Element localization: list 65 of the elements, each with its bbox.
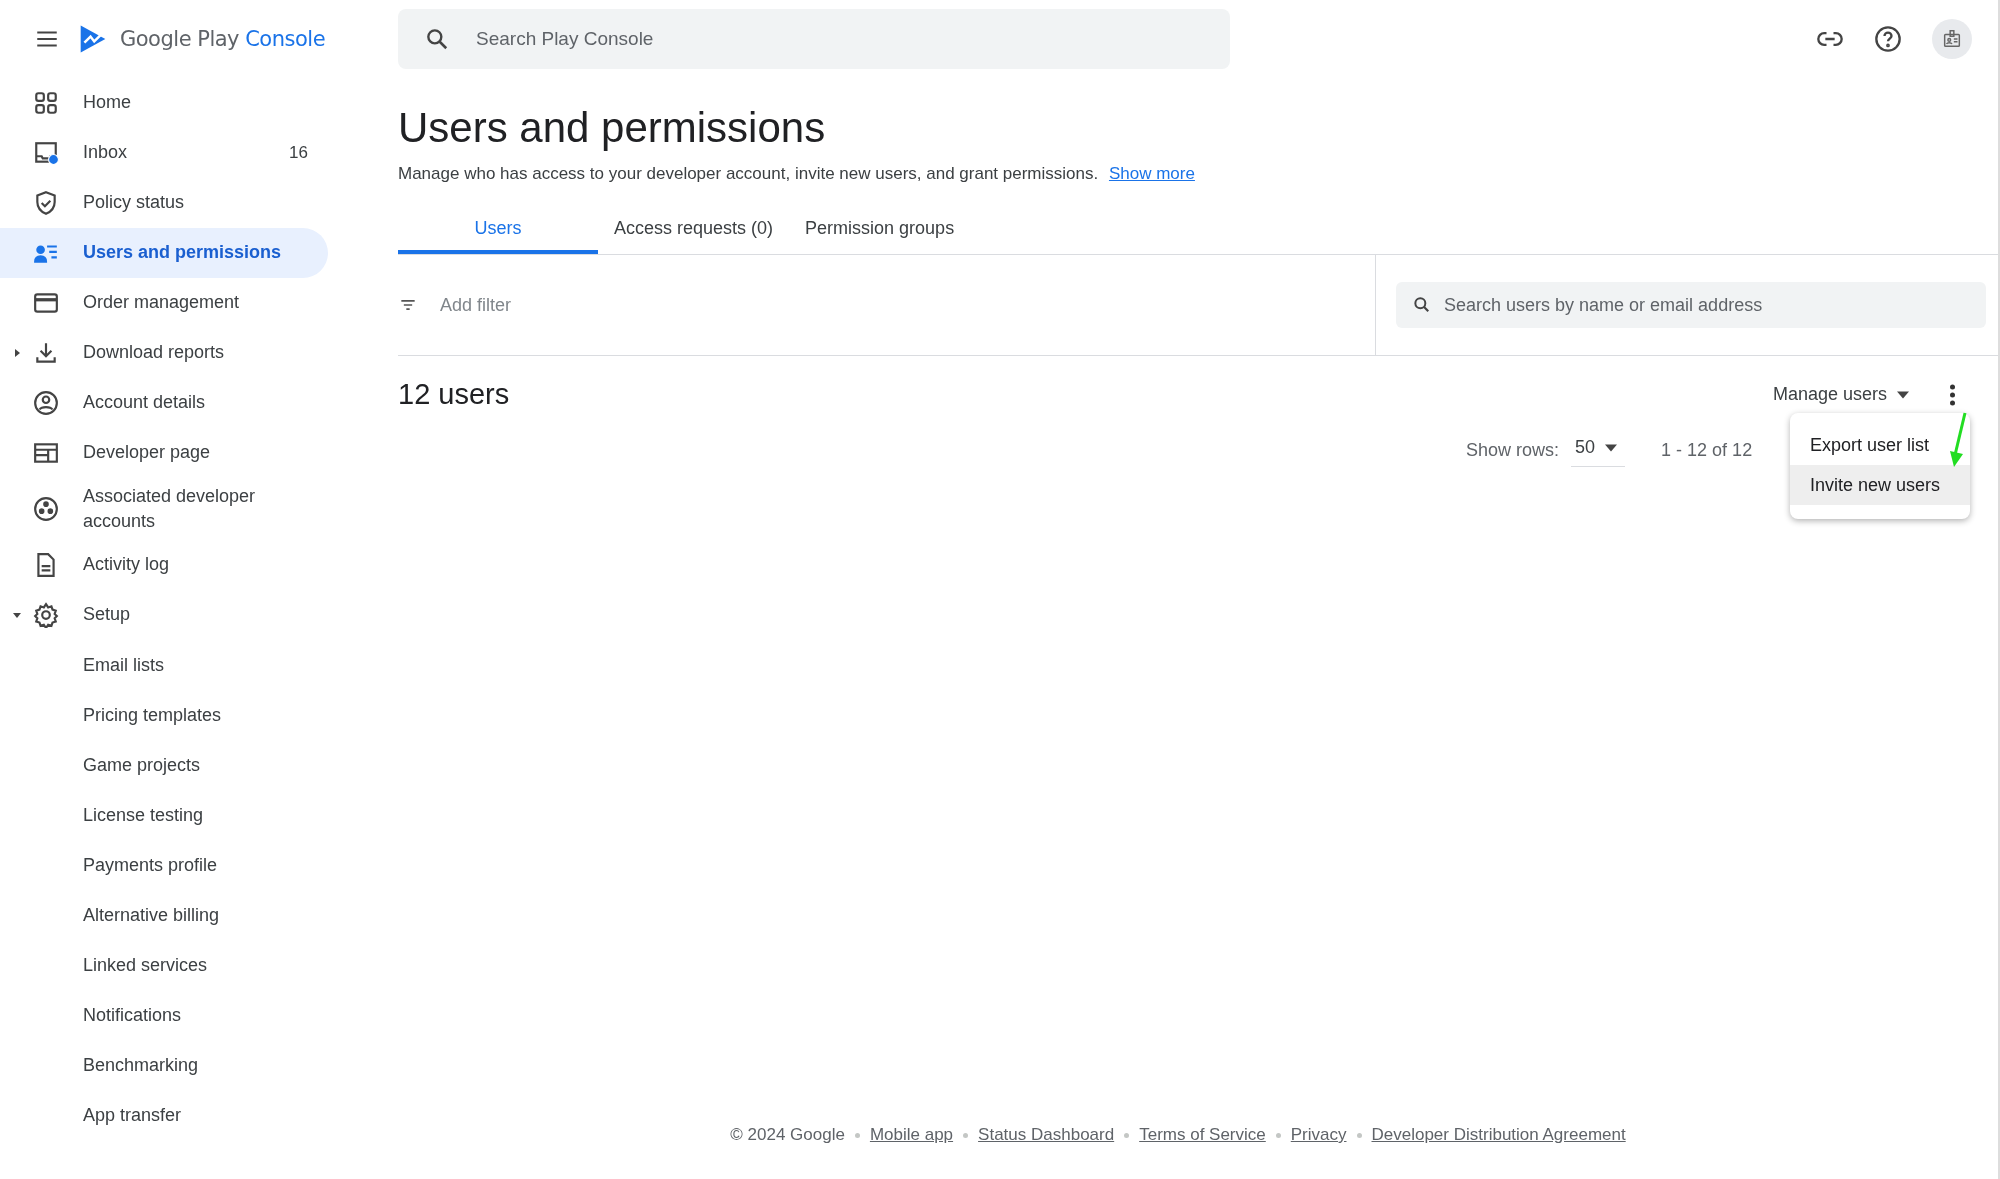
sidebar-item[interactable]: Inbox 16 [0, 128, 328, 178]
menu-item[interactable]: Invite new users [1790, 465, 1970, 505]
rows-per-page-dropdown[interactable]: 50 [1571, 433, 1626, 467]
sidebar-subitem[interactable]: Alternative billing [0, 890, 328, 940]
tab[interactable]: Users [398, 206, 598, 254]
menu-item[interactable]: Export user list [1790, 425, 1970, 465]
sidebar-item[interactable]: Download reports [0, 328, 328, 378]
gear-icon [33, 602, 59, 628]
page-range: 1 - 12 of 12 [1661, 439, 1753, 461]
sidebar-subitem[interactable]: App transfer [0, 1090, 328, 1140]
sidebar-item[interactable]: Policy status [0, 178, 328, 228]
app-logo-text: Google Play Console [120, 27, 326, 51]
sidebar-subitem[interactable]: Game projects [0, 740, 328, 790]
show-more-link[interactable]: Show more [1108, 164, 1195, 183]
caret-icon [1897, 390, 1909, 399]
inbox-count: 16 [289, 143, 308, 163]
sidebar-item[interactable]: Setup [0, 590, 328, 640]
sidebar-item[interactable]: Associated developer accounts [0, 478, 328, 540]
footer-link[interactable]: Status Dashboard [978, 1125, 1115, 1145]
manage-users-button[interactable]: Manage users [1768, 378, 1913, 411]
copyright-text: © 2024 Google [730, 1125, 845, 1145]
separator-dot-icon [854, 1132, 860, 1138]
page-description: Manage who has access to your developer account, invite new users, and grant permissions. [398, 164, 1099, 183]
sidebar-item[interactable]: Account details [0, 378, 328, 428]
footer-link[interactable]: Terms of Service [1139, 1125, 1266, 1145]
sidebar-item[interactable]: Activity log [0, 540, 328, 590]
expand-caret-icon[interactable] [11, 610, 22, 620]
home-icon [33, 90, 59, 116]
account-avatar[interactable] [1932, 19, 1972, 59]
sidebar-item[interactable]: Developer page [0, 428, 328, 478]
sidebar-subitem[interactable]: License testing [0, 790, 328, 840]
footer-link[interactable]: Privacy [1290, 1125, 1347, 1145]
tab[interactable]: Permission groups [789, 206, 971, 254]
sidebar-subitem[interactable]: Notifications [0, 990, 328, 1040]
search-icon [1412, 295, 1432, 315]
sidebar-subitem[interactable]: Payments profile [0, 840, 328, 890]
sidebar-item[interactable]: Users and permissions [0, 228, 328, 278]
download-icon [33, 340, 59, 366]
sidebar-item[interactable]: Home [0, 78, 328, 128]
footer-link[interactable]: Mobile app [869, 1125, 954, 1145]
add-filter-field[interactable]: Add filter [438, 255, 1375, 355]
search-field[interactable]: Search Play Console [398, 9, 1230, 69]
user-count: 12 users [398, 378, 510, 411]
search-icon [424, 26, 450, 52]
caret-icon [1605, 443, 1618, 452]
user-search-field[interactable]: Search users by name or email address [1396, 282, 1986, 328]
separator-dot-icon [1356, 1132, 1362, 1138]
page-title: Users and permissions [398, 104, 827, 152]
inbox-icon [33, 140, 59, 166]
separator-dot-icon [1124, 1132, 1130, 1138]
sidebar-item[interactable]: Order management [0, 278, 328, 328]
separator-dot-icon [963, 1132, 969, 1138]
help-icon[interactable] [1874, 25, 1902, 53]
sidebar-subitem[interactable]: Email lists [0, 640, 328, 690]
tab[interactable]: Access requests (0) [598, 206, 790, 254]
account-icon [33, 390, 59, 416]
shield-icon [33, 190, 59, 216]
footer-link[interactable]: Developer Distribution Agreement [1371, 1125, 1626, 1145]
separator-dot-icon [1275, 1132, 1281, 1138]
sidebar-subitem[interactable]: Benchmarking [0, 1040, 328, 1090]
sidebar-subitem[interactable]: Pricing templates [0, 690, 328, 740]
sidebar-subitem[interactable]: Linked services [0, 940, 328, 990]
show-rows-label: Show rows: [1466, 439, 1560, 461]
card-icon [33, 290, 59, 316]
more-options-icon[interactable] [1949, 382, 1956, 407]
